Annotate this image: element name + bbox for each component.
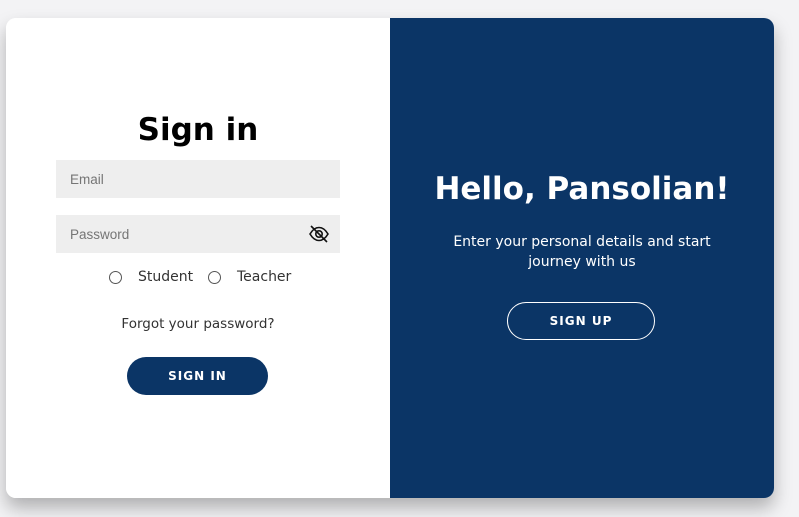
forgot-password-link[interactable]: Forgot your password? <box>6 316 390 332</box>
teacher-label: Teacher <box>237 269 292 285</box>
sign-in-button[interactable]: SIGN IN <box>127 357 268 395</box>
email-field[interactable] <box>56 160 340 198</box>
role-option-student[interactable]: Student <box>109 269 193 285</box>
sign-in-title: Sign in <box>137 112 259 148</box>
welcome-panel: Hello, Pansolian! Enter your personal de… <box>390 18 774 498</box>
sign-up-button[interactable]: SIGN UP <box>507 302 655 340</box>
welcome-subtitle: Enter your personal details and start jo… <box>453 234 711 270</box>
welcome-title: Hello, Pansolian! <box>434 171 730 207</box>
student-radio[interactable] <box>109 270 122 284</box>
eye-slash-icon[interactable] <box>308 224 330 244</box>
role-option-teacher[interactable]: Teacher <box>208 269 291 285</box>
password-field[interactable] <box>56 215 340 253</box>
role-selector: Student Teacher <box>6 267 390 287</box>
teacher-radio[interactable] <box>208 270 221 284</box>
auth-card: Sign in Student Teacher Forgot your pass… <box>6 18 774 498</box>
sign-in-panel: Sign in Student Teacher Forgot your pass… <box>6 18 390 498</box>
student-label: Student <box>138 269 194 285</box>
